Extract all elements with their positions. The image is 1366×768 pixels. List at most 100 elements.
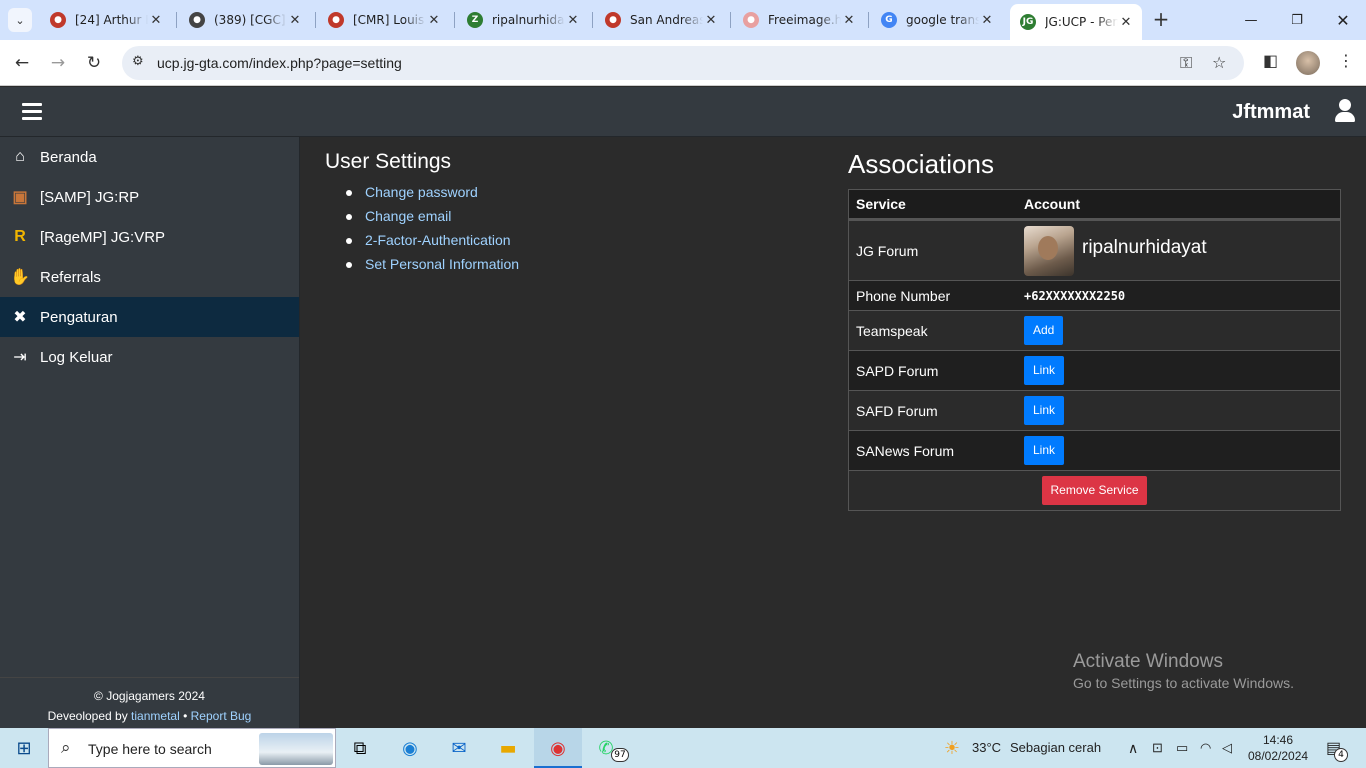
sidebar-item-label: Pengaturan (40, 308, 118, 326)
tab-close-icon[interactable]: ✕ (703, 13, 719, 28)
weather-text[interactable]: Sebagian cerah (1010, 740, 1101, 755)
close-window-button[interactable]: ✕ (1320, 0, 1366, 40)
tab-2[interactable]: ● [CMR] Louis ✕ (318, 6, 450, 34)
tab-1[interactable]: ● (389) [CGC] L✕ (179, 6, 311, 34)
jg-forum-label: JG Forum (856, 242, 919, 259)
tab-favicon-icon: ● (189, 12, 205, 28)
user-icon[interactable] (1334, 99, 1356, 123)
tab-close-icon[interactable]: ✕ (287, 13, 303, 28)
url-text[interactable]: ucp.jg-gta.com/index.php?page=setting (157, 55, 402, 71)
tab-3[interactable]: Zripalnurhiday ✕ (457, 6, 589, 34)
safd-link-button[interactable]: Link (1024, 396, 1065, 425)
reload-button[interactable]: ↻ (82, 51, 106, 75)
tab-favicon-icon: G (881, 12, 897, 28)
sidebar-item-samp-jg-rp[interactable]: ▣ [SAMP] JG:RP (0, 177, 299, 217)
tab-close-icon[interactable]: ✕ (979, 13, 995, 28)
battery-icon[interactable]: ▭ (1176, 740, 1188, 756)
minimize-button[interactable]: — (1228, 0, 1274, 40)
table-row: SAPD Forum Link (849, 350, 1340, 390)
search-icon: ⌕ (61, 738, 71, 758)
table-row: JG Forum ripalnurhidayat (849, 220, 1340, 280)
hamburger-menu-icon[interactable] (22, 103, 42, 121)
tab-4[interactable]: ● San Andreas ✕ (595, 6, 727, 34)
forward-button[interactable]: → (46, 51, 70, 75)
bookmark-star-icon[interactable]: ☆ (1212, 53, 1226, 72)
logout-icon: ⇥ (13, 349, 27, 366)
tab-close-icon[interactable]: ✕ (841, 13, 857, 28)
two-factor-link[interactable]: 2-Factor-Authentication (345, 232, 519, 256)
tab-close-icon[interactable]: ✕ (565, 13, 581, 28)
tab-favicon-icon: Z (467, 12, 483, 28)
file-explorer-icon[interactable]: ▬ (496, 736, 520, 760)
watermark-line2: Go to Settings to activate Windows. (1073, 675, 1294, 691)
tab-close-icon[interactable]: ✕ (426, 13, 442, 28)
clock[interactable]: 14:46 08/02/2024 (1248, 732, 1308, 764)
sanews-link-button[interactable]: Link (1024, 436, 1065, 465)
tab-7[interactable]: JG JG:UCP - Pen ✕ (1010, 4, 1142, 40)
change-email-link[interactable]: Change email (345, 208, 519, 232)
remove-service-button[interactable]: Remove Service (1042, 476, 1147, 505)
weather-icon[interactable]: ☀ (940, 736, 964, 760)
tab-separator (868, 12, 869, 28)
tab-separator (592, 12, 593, 28)
associations-title: Associations (848, 149, 994, 179)
tab-title[interactable]: [24] Arthur E (75, 13, 148, 27)
search-placeholder[interactable]: Type here to search (88, 741, 212, 757)
site-info-icon[interactable]: ⚙ (132, 54, 144, 69)
back-button[interactable]: ← (10, 51, 34, 75)
ragemp-icon: R (14, 228, 26, 245)
tab-5[interactable]: ● Freeimage.h ✕ (733, 6, 865, 34)
tab-title[interactable]: [CMR] Louis (353, 13, 426, 27)
tab-title[interactable]: google trans (906, 13, 979, 27)
tab-title[interactable]: JG:UCP - Pen (1045, 15, 1118, 29)
taskbar-search[interactable]: ⌕ Type here to search (48, 728, 336, 768)
restore-button[interactable]: ❐ (1274, 0, 1320, 40)
tab-0[interactable]: ● [24] Arthur E ✕ (40, 6, 172, 34)
sidebar-item-referrals[interactable]: ✋ Referrals (0, 257, 299, 297)
start-windows-icon[interactable]: ⊞ (12, 736, 36, 760)
tab-title[interactable]: ripalnurhiday (492, 13, 565, 27)
chrome-taskbar-slot[interactable]: ◉ (534, 728, 582, 768)
forum-avatar (1024, 225, 1074, 276)
tab-close-icon[interactable]: ✕ (1118, 15, 1134, 30)
personal-info-link[interactable]: Set Personal Information (345, 256, 519, 280)
sidebar-item-label: [SAMP] JG:RP (40, 188, 140, 206)
sidebar-item-beranda[interactable]: ⌂ Beranda (0, 137, 299, 177)
service-header: Service (856, 196, 906, 212)
author-link[interactable]: tianmetal (131, 709, 180, 723)
activation-watermark: Activate Windows Go to Settings to activ… (1073, 651, 1294, 691)
sidebar-item-pengaturan[interactable]: ✖ Pengaturan (0, 297, 299, 337)
chrome-icon[interactable]: ◉ (546, 736, 570, 760)
teamspeak-add-button[interactable]: Add (1024, 316, 1064, 345)
edge-icon[interactable]: ◉ (398, 736, 422, 760)
tab-search-button[interactable]: ⌄ (8, 8, 32, 32)
sidebar-item-label: Referrals (40, 268, 101, 286)
sidebar-item-ragemp-jg-vrp[interactable]: R [RageMP] JG:VRP (0, 217, 299, 257)
profile-avatar[interactable] (1296, 51, 1320, 75)
tab-title[interactable]: (389) [CGC] L (214, 13, 287, 27)
address-bar[interactable]: ⚙ ucp.jg-gta.com/index.php?page=setting … (122, 46, 1244, 80)
tab-6[interactable]: Ggoogle trans ✕ (871, 6, 1003, 34)
table-row: Remove Service (849, 470, 1340, 510)
side-panel-icon[interactable]: ◧ (1263, 51, 1278, 70)
sapd-link-button[interactable]: Link (1024, 356, 1065, 385)
new-tab-button[interactable]: + (1150, 8, 1172, 30)
task-view-icon[interactable]: ⧉ (348, 736, 372, 760)
tab-title[interactable]: San Andreas (630, 13, 703, 27)
mail-icon[interactable]: ✉ (447, 736, 471, 760)
report-bug-link[interactable]: Report Bug (191, 709, 252, 723)
change-password-link[interactable]: Change password (345, 184, 519, 208)
sidebar-item-log-keluar[interactable]: ⇥ Log Keluar (0, 337, 299, 377)
meet-icon[interactable]: ⊡ (1152, 740, 1163, 756)
wifi-icon[interactable]: ◠ (1200, 740, 1211, 756)
weather-temp[interactable]: 33°C (972, 740, 1001, 755)
menu-kebab-icon[interactable]: ⋮ (1338, 51, 1354, 70)
tab-close-icon[interactable]: ✕ (148, 13, 164, 28)
tab-separator (315, 12, 316, 28)
username[interactable]: Jftmmat (1232, 101, 1310, 124)
volume-icon[interactable]: ◁ (1222, 740, 1232, 756)
tray-chevron-icon[interactable]: ∧ (1128, 740, 1138, 757)
tab-title[interactable]: Freeimage.h (768, 13, 841, 27)
password-key-icon[interactable]: ⚿ (1180, 53, 1192, 73)
watermark-line1: Activate Windows (1073, 651, 1223, 672)
